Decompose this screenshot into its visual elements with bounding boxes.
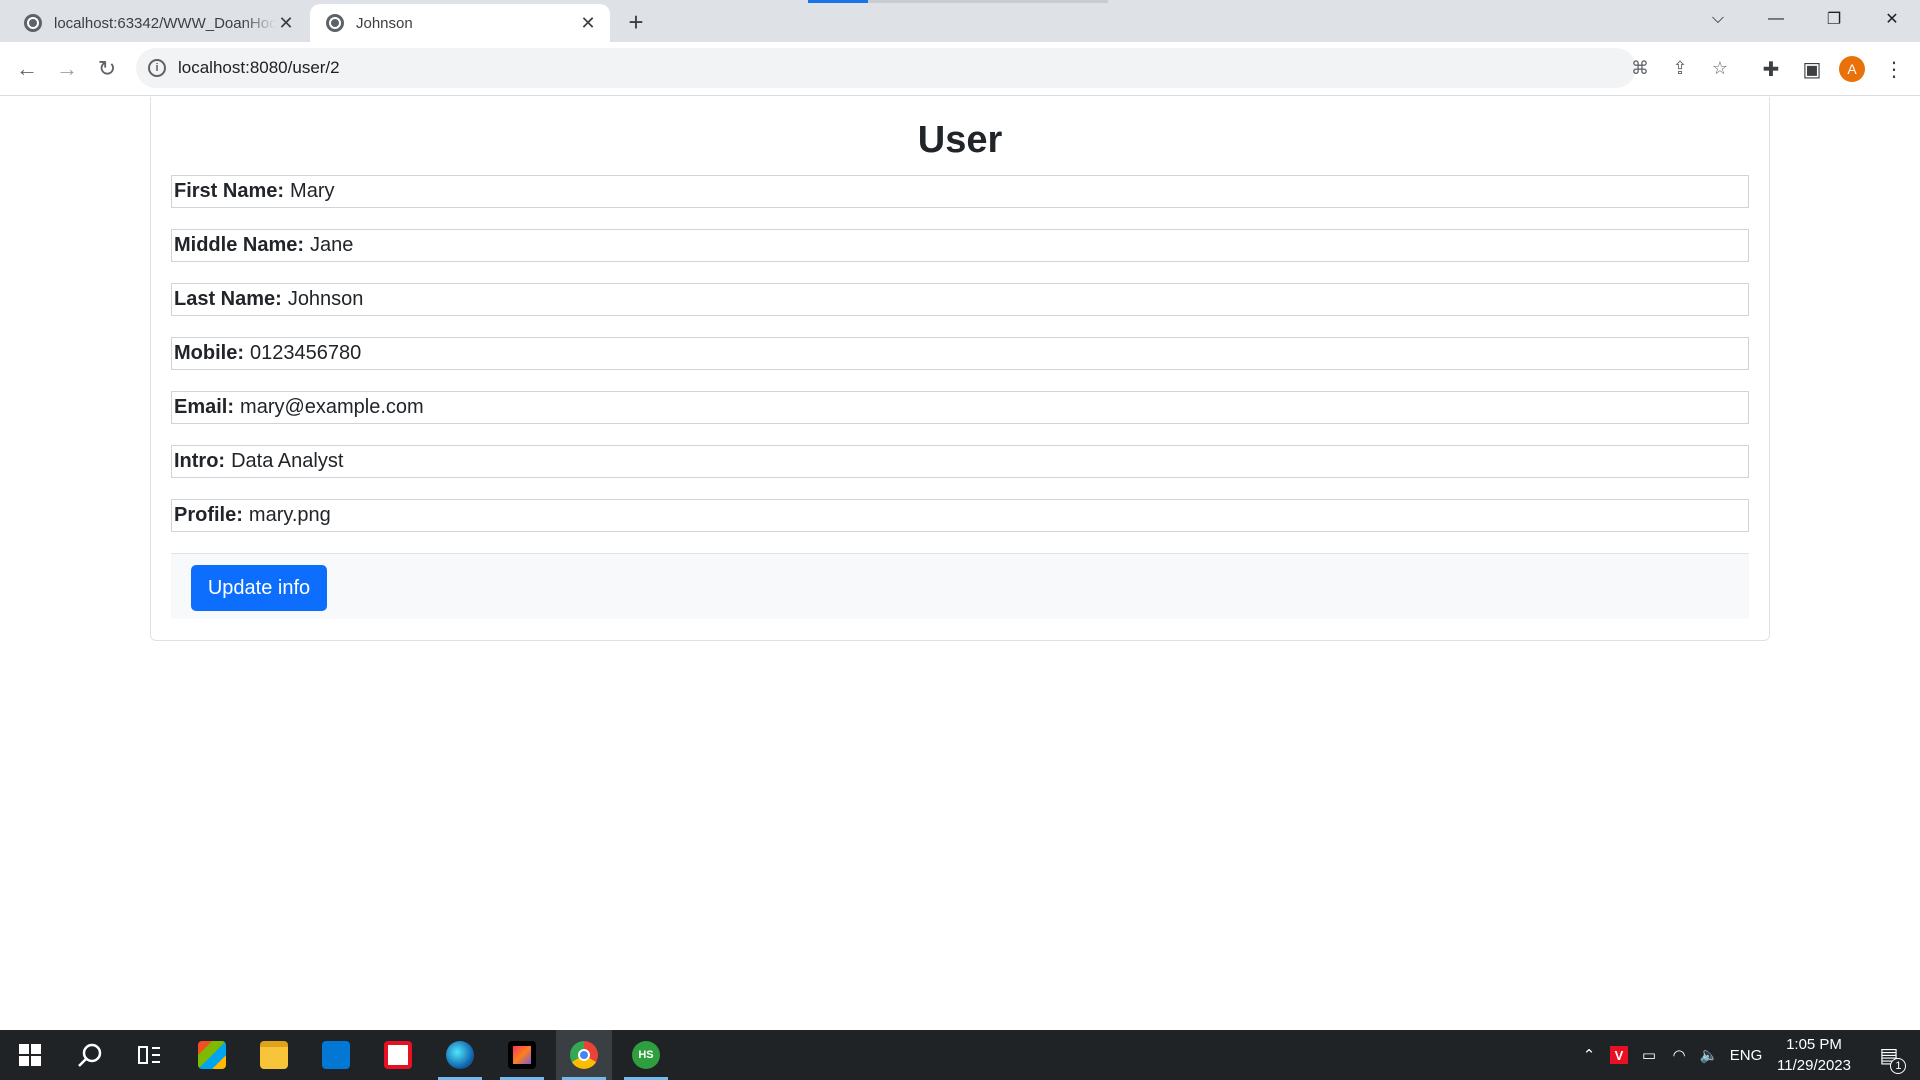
browser-toolbar: ← → ↻ i localhost:8080/user/2 ⌘ ⇪ ☆ ✚ ▣ …	[0, 42, 1920, 96]
language-indicator[interactable]: ENG	[1726, 1030, 1766, 1080]
tab-localhost[interactable]: localhost:63342/WWW_DoanHoc ✕	[8, 4, 308, 42]
reload-icon[interactable]: ↻	[92, 54, 122, 84]
profile-avatar[interactable]: A	[1839, 56, 1865, 82]
profile-field: Profile: mary.png	[171, 499, 1749, 532]
restore-button[interactable]: ❐	[1806, 0, 1862, 38]
battery-icon[interactable]: ▭	[1636, 1030, 1662, 1080]
mobile-field: Mobile: 0123456780	[171, 337, 1749, 370]
field-value: 0123456780	[250, 342, 362, 364]
tab-strip: localhost:63342/WWW_DoanHoc ✕ Johnson ✕ …	[0, 0, 1920, 42]
mail-icon[interactable]	[308, 1030, 364, 1080]
share-icon[interactable]: ⇪	[1668, 56, 1692, 80]
field-label: Profile:	[174, 504, 243, 526]
globe-icon	[24, 14, 42, 32]
field-value: mary@example.com	[240, 396, 424, 418]
page-viewport: User First Name: Mary Middle Name: Jane …	[0, 97, 1920, 1030]
tab-johnson[interactable]: Johnson ✕	[310, 4, 610, 42]
globe-icon	[326, 14, 344, 32]
extensions-puzzle-icon[interactable]: ✚	[1756, 54, 1786, 84]
tab-title: localhost:63342/WWW_DoanHoc	[54, 14, 276, 32]
field-value: Johnson	[287, 288, 364, 310]
forward-arrow-icon[interactable]: →	[52, 54, 82, 84]
clock-time: 1:05 PM	[1786, 1036, 1842, 1053]
task-view-icon[interactable]	[122, 1030, 178, 1080]
clock-date: 11/29/2023	[1777, 1057, 1851, 1074]
hs-app-icon[interactable]: HS	[618, 1030, 674, 1080]
address-bar[interactable]: i localhost:8080/user/2 ⌘ ⇪ ☆	[136, 48, 1728, 88]
email-field: Email: mary@example.com	[171, 391, 1749, 424]
close-window-button[interactable]: ✕	[1864, 0, 1920, 38]
url-text: localhost:8080/user/2	[178, 58, 340, 77]
tab-indicator-track	[868, 0, 1108, 3]
start-icon[interactable]	[2, 1030, 58, 1080]
field-value: Jane	[310, 234, 354, 256]
news-icon[interactable]	[370, 1030, 426, 1080]
close-icon[interactable]: ✕	[578, 13, 598, 33]
volume-icon[interactable]: 🔈	[1696, 1030, 1722, 1080]
wifi-icon[interactable]: ◠	[1666, 1030, 1692, 1080]
antivirus-icon[interactable]: V	[1606, 1030, 1632, 1080]
close-icon[interactable]: ✕	[276, 13, 296, 33]
site-info-icon[interactable]: i	[148, 59, 166, 77]
notification-count: 1	[1890, 1057, 1907, 1074]
chrome-icon[interactable]	[556, 1030, 612, 1080]
user-card: User First Name: Mary Middle Name: Jane …	[150, 97, 1770, 641]
first-name-field: First Name: Mary	[171, 175, 1749, 208]
edge-icon[interactable]	[432, 1030, 488, 1080]
field-label: Email:	[174, 396, 235, 418]
field-label: Mobile:	[174, 342, 244, 364]
clock[interactable]: 1:05 PM 11/29/2023	[1764, 1034, 1864, 1076]
field-value: mary.png	[248, 504, 331, 526]
middle-name-field: Middle Name: Jane	[171, 229, 1749, 262]
intro-field: Intro: Data Analyst	[171, 445, 1749, 478]
file-explorer-icon[interactable]	[246, 1030, 302, 1080]
field-value: Mary	[290, 180, 335, 202]
windows-taskbar: HS ⌃ V ▭ ◠ 🔈 ENG 1:05 PM 11/29/2023 ▤ 1	[0, 1030, 1920, 1080]
search-icon[interactable]	[62, 1030, 118, 1080]
bookmark-star-icon[interactable]: ☆	[1708, 56, 1732, 80]
chevron-up-icon[interactable]: ⌃	[1576, 1030, 1602, 1080]
translate-icon[interactable]: ⌘	[1628, 56, 1652, 80]
store-icon[interactable]	[184, 1030, 240, 1080]
field-label: First Name:	[174, 180, 285, 202]
tab-indicator	[808, 0, 868, 3]
tab-title: Johnson	[356, 14, 413, 32]
minimize-button[interactable]: —	[1748, 0, 1804, 38]
page-title: User	[917, 119, 1003, 161]
tab-search-chevron-icon[interactable]: ⌵	[1690, 0, 1746, 38]
intellij-icon[interactable]	[494, 1030, 550, 1080]
card-footer: Update info	[171, 553, 1749, 619]
notifications-icon[interactable]: ▤ 1	[1864, 1030, 1914, 1080]
back-arrow-icon[interactable]: ←	[12, 54, 42, 84]
last-name-field: Last Name: Johnson	[171, 283, 1749, 316]
update-info-button[interactable]: Update info	[191, 565, 327, 611]
field-label: Intro:	[174, 450, 226, 472]
side-panel-icon[interactable]: ▣	[1797, 54, 1827, 84]
field-label: Last Name:	[174, 288, 282, 310]
new-tab-button[interactable]: +	[622, 7, 650, 37]
field-label: Middle Name:	[174, 234, 305, 256]
field-value: Data Analyst	[231, 450, 344, 472]
menu-kebab-icon[interactable]: ⋮	[1879, 54, 1909, 84]
